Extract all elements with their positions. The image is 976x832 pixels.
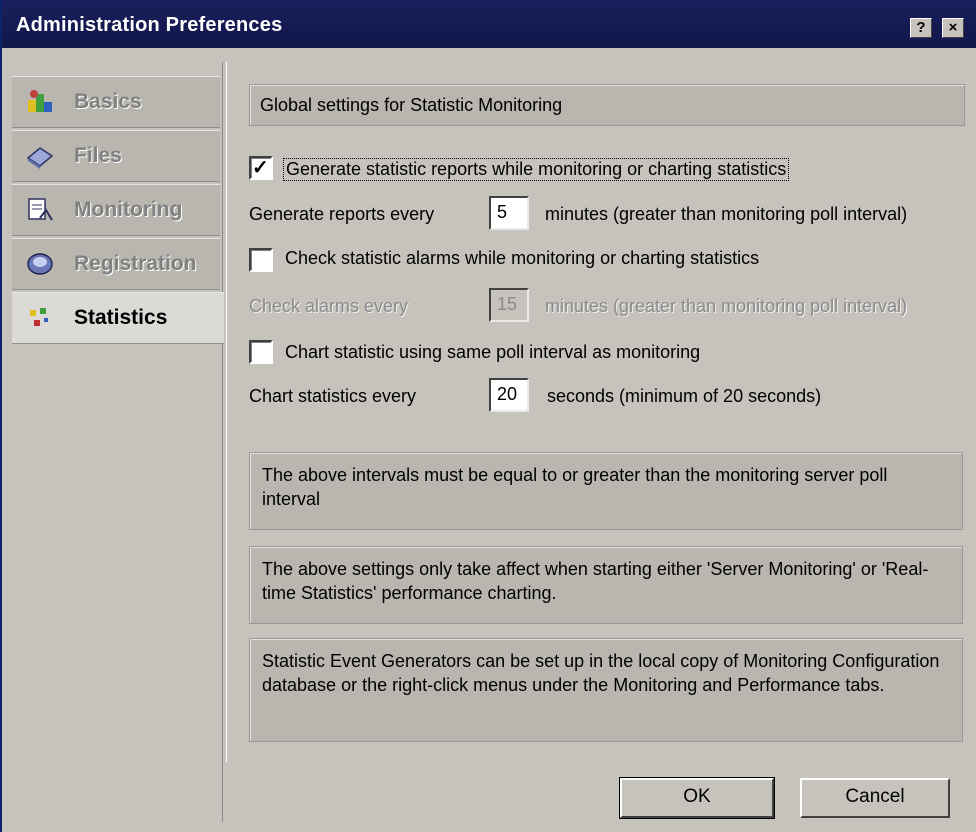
close-icon: × (948, 19, 958, 36)
generate-reports-suffix: minutes (greater than monitoring poll in… (545, 204, 908, 224)
sidebar-item-label: Monitoring (74, 198, 183, 221)
sidebar-item-registration[interactable]: Registration (12, 238, 220, 290)
registration-icon (27, 253, 53, 275)
chart-same-interval-checkbox[interactable] (249, 340, 273, 364)
check-alarms-interval-input[interactable]: 15 (489, 288, 529, 322)
sidebar-item-monitoring[interactable]: Monitoring (12, 184, 220, 236)
files-icon (26, 147, 54, 169)
monitoring-icon (28, 198, 53, 221)
sidebar-item-label: Registration (74, 252, 197, 275)
chart-stats-interval-input[interactable]: 20 (489, 378, 529, 412)
help-icon: ? (916, 19, 926, 36)
sidebar-item-statistics[interactable]: Statistics (12, 292, 224, 344)
section-header: Global settings for Statistic Monitoring (249, 84, 965, 126)
info-note-intervals: The above intervals must be equal to or … (249, 452, 963, 530)
info-note-settings: The above settings only take affect when… (249, 546, 963, 624)
chart-stats-prefix: Chart statistics every (249, 386, 417, 406)
check-alarms-label[interactable]: Check statistic alarms while monitoring … (285, 248, 759, 269)
ok-button[interactable]: OK (619, 777, 775, 819)
generate-reports-checkbox[interactable]: ✓ (249, 156, 273, 180)
admin-preferences-dialog: Administration Preferences ? × Basics Fi… (0, 0, 976, 832)
generate-reports-interval-input[interactable]: 5 (489, 196, 529, 230)
section-header-text: Global settings for Statistic Monitoring (260, 95, 563, 115)
check-alarms-suffix: minutes (greater than monitoring poll in… (545, 296, 908, 316)
cancel-button[interactable]: Cancel (800, 778, 950, 818)
statistics-icon (30, 308, 48, 326)
sidebar-item-basics[interactable]: Basics (12, 76, 220, 128)
sidebar-item-files[interactable]: Files (12, 130, 220, 182)
chart-same-interval-label[interactable]: Chart statistic using same poll interval… (285, 342, 700, 363)
statistics-panel: Global settings for Statistic Monitoring… (226, 62, 976, 762)
close-button[interactable]: × (942, 18, 964, 38)
checkmark-icon: ✓ (252, 157, 269, 179)
generate-reports-label[interactable]: Generate statistic reports while monitor… (283, 158, 790, 181)
sidebar-item-label: Basics (74, 90, 142, 113)
sidebar-item-label: Files (74, 144, 122, 167)
help-button[interactable]: ? (910, 18, 932, 38)
sidebar-item-label: Statistics (74, 306, 168, 329)
title-bar: Administration Preferences ? × (2, 0, 976, 48)
basics-icon (28, 90, 52, 112)
window-title: Administration Preferences (16, 14, 283, 36)
info-note-event-generators: Statistic Event Generators can be set up… (249, 638, 963, 742)
check-alarms-prefix: Check alarms every (249, 296, 409, 316)
sidebar: Basics Files Monitoring Registration Sta… (12, 62, 224, 822)
check-alarms-checkbox[interactable] (249, 248, 273, 272)
generate-reports-prefix: Generate reports every (249, 204, 435, 224)
chart-stats-suffix: seconds (minimum of 20 seconds) (547, 386, 822, 406)
